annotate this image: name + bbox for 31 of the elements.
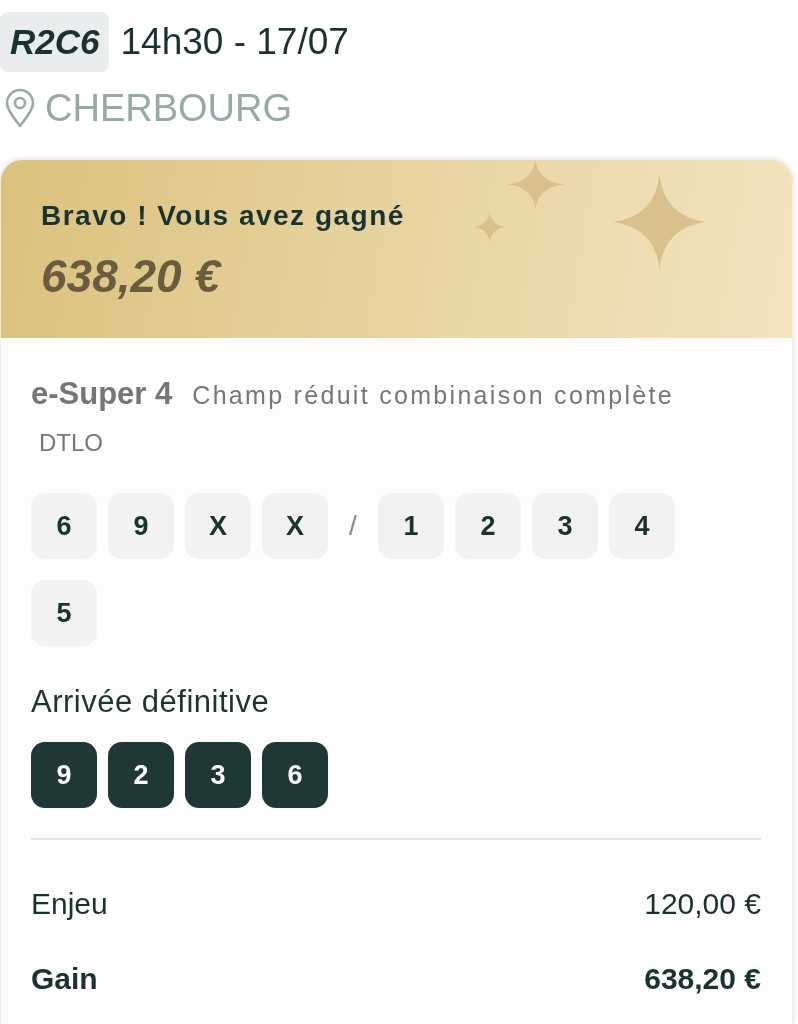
summary-value: 638,20 € bbox=[644, 961, 761, 997]
selection-number: 3 bbox=[532, 493, 598, 559]
selection-number: 6 bbox=[31, 493, 97, 559]
selection-number: 4 bbox=[609, 493, 675, 559]
race-code: R2C6 bbox=[0, 12, 110, 72]
selection-number: X bbox=[262, 493, 328, 559]
bet-formula: Champ réduit combinaison complète bbox=[192, 380, 674, 411]
selection-number: 9 bbox=[108, 493, 174, 559]
selection-number: X bbox=[185, 493, 251, 559]
arrival-number: 6 bbox=[262, 742, 328, 808]
sparkle-icon bbox=[613, 175, 706, 269]
arrival-number: 9 bbox=[31, 742, 97, 808]
win-amount: 638,20 € bbox=[41, 250, 221, 302]
selection-number: 2 bbox=[455, 493, 521, 559]
selection-number: 5 bbox=[31, 580, 97, 646]
race-time: 14h30 - 17/07 bbox=[120, 20, 349, 64]
sparkle-icon bbox=[507, 160, 564, 209]
arrival-number: 3 bbox=[185, 742, 251, 808]
arrival-title: Arrivée définitive bbox=[31, 683, 270, 721]
win-message: Bravo ! Vous avez gagné bbox=[41, 199, 405, 233]
summary-label: Gain bbox=[31, 961, 98, 997]
venue-name: CHERBOURG bbox=[45, 86, 293, 131]
selection-number: 1 bbox=[378, 493, 444, 559]
arrival-number: 2 bbox=[108, 742, 174, 808]
sparkle-icon bbox=[474, 211, 505, 243]
bet-subtitle: DTLO bbox=[39, 428, 103, 458]
selection-separator: / bbox=[348, 509, 358, 543]
summary-value: 120,00 € bbox=[644, 886, 761, 922]
location-pin-icon bbox=[5, 88, 35, 128]
bet-type: e-Super 4 bbox=[31, 375, 173, 413]
summary-label: Enjeu bbox=[31, 886, 108, 922]
